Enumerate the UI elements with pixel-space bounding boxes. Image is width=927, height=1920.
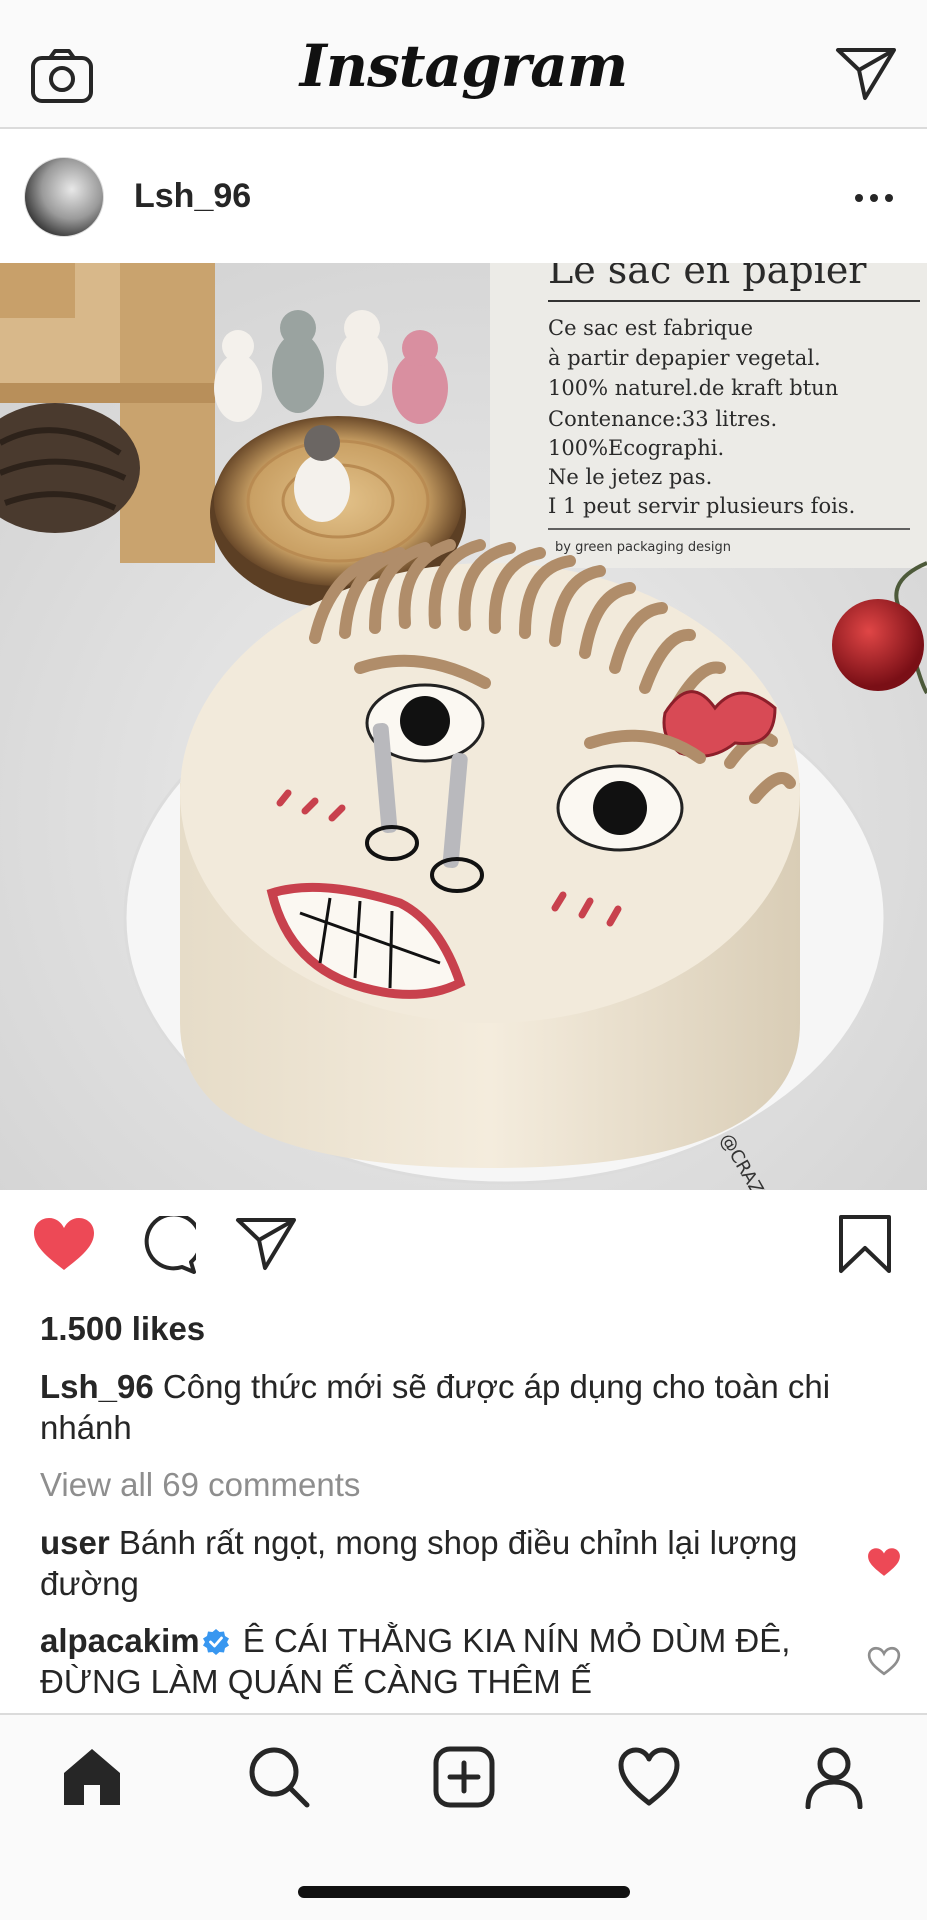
view-all-comments-link[interactable]: View all 69 comments (40, 1466, 360, 1504)
comment-like-icon[interactable] (867, 1645, 901, 1677)
profile-icon[interactable] (802, 1745, 866, 1809)
comment-like-filled-icon[interactable] (867, 1546, 901, 1578)
post-username[interactable]: Lsh_96 (134, 177, 251, 216)
comment-item: alpacakim Ê CÁI THẰNG KIA NÍN MỎ DÙM ĐÊ,… (40, 1620, 840, 1702)
comment-username[interactable]: user (40, 1524, 110, 1561)
sign-line: Contenance:33 litres. (548, 407, 777, 431)
activity-heart-icon[interactable] (617, 1745, 681, 1809)
sign-line: I 1 peut servir plusieurs fois. (548, 494, 855, 518)
more-dots-icon[interactable] (855, 183, 895, 213)
comment-text: Bánh rất ngọt, mong shop điều chỉnh lại … (40, 1524, 798, 1602)
top-bar: Instagram (0, 0, 927, 129)
likes-count[interactable]: 1.500 likes (40, 1310, 205, 1348)
sign-line: 100% naturel.de kraft btun (548, 376, 838, 400)
sign-footer: by green packaging design (555, 540, 731, 555)
caption-text: Công thức mới sẽ được áp dụng cho toàn c… (40, 1368, 831, 1446)
sign-line: Ce sac est fabrique (548, 316, 753, 340)
cake-photo-illustration: Le sac en papier Ce sac est fabrique à p… (0, 263, 927, 1190)
avatar[interactable] (24, 157, 104, 237)
comment-icon[interactable] (136, 1216, 196, 1274)
comment-item: user Bánh rất ngọt, mong shop điều chỉnh… (40, 1522, 840, 1604)
verified-badge-icon (202, 1629, 229, 1655)
sign-line: Ne le jetez pas. (548, 465, 712, 489)
post-caption: Lsh_96 Công thức mới sẽ được áp dụng cho… (40, 1366, 880, 1448)
home-icon[interactable] (60, 1745, 124, 1809)
paper-plane-icon[interactable] (835, 46, 897, 102)
share-icon[interactable] (235, 1216, 297, 1272)
comment-username[interactable]: alpacakim (40, 1622, 200, 1659)
post-header: Lsh_96 (0, 131, 927, 263)
caption-username[interactable]: Lsh_96 (40, 1368, 154, 1405)
sign-title: Le sac en papier (548, 263, 867, 292)
sign-line: à partir depapier vegetal. (548, 346, 821, 370)
post-photo[interactable]: Le sac en papier Ce sac est fabrique à p… (0, 263, 927, 1190)
search-icon[interactable] (247, 1745, 311, 1809)
post-actions (0, 1190, 927, 1310)
home-indicator[interactable] (298, 1886, 630, 1898)
sign-line: 100%Ecographi. (548, 436, 724, 460)
bookmark-icon[interactable] (838, 1214, 892, 1274)
new-post-icon[interactable] (432, 1745, 496, 1809)
heart-filled-icon[interactable] (32, 1216, 96, 1272)
app-logo: Instagram (299, 32, 628, 100)
